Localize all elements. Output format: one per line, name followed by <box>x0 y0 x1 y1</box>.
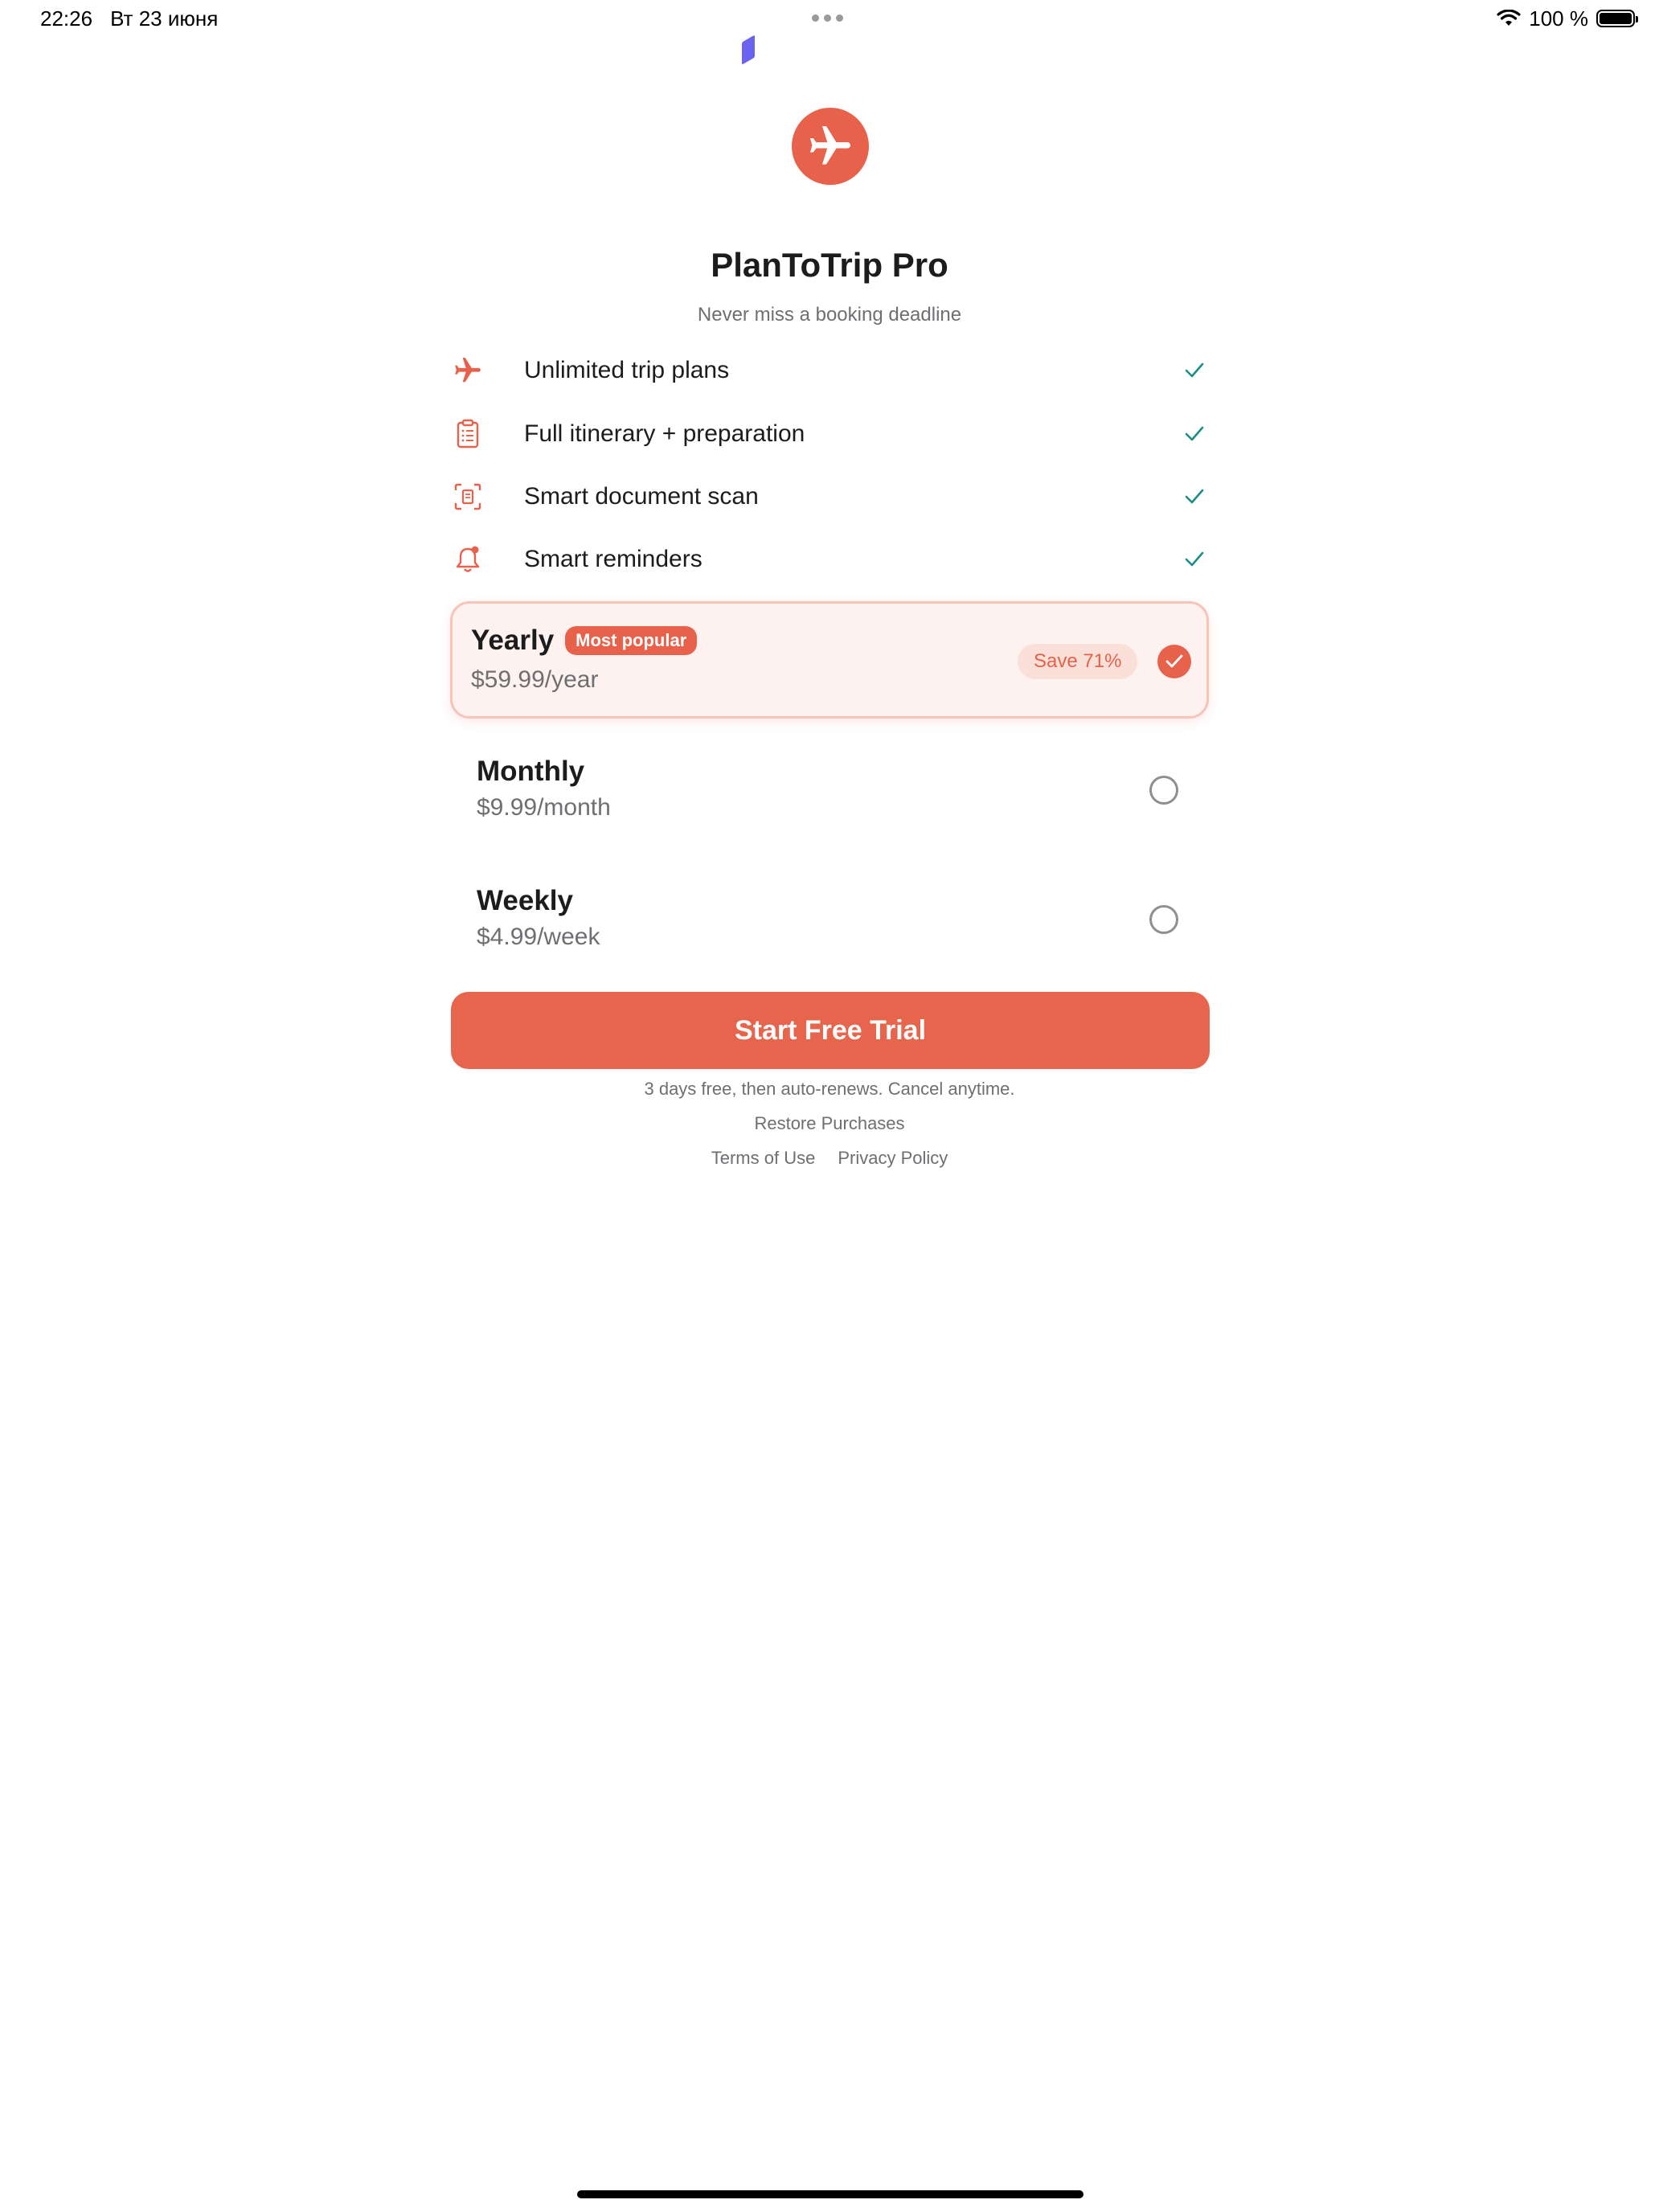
checkmark-icon <box>1180 420 1209 449</box>
wifi-icon <box>1497 10 1521 26</box>
radio-unselected-icon[interactable] <box>1149 776 1178 805</box>
plan-card-weekly[interactable]: Weekly $4.99/week <box>450 861 1209 978</box>
restore-purchases-link[interactable]: Restore Purchases <box>0 1113 1659 1134</box>
feature-label: Unlimited trip plans <box>524 357 730 383</box>
clipboard-icon <box>450 416 485 452</box>
plan-price: $4.99/week <box>477 924 600 950</box>
bell-icon <box>450 542 485 577</box>
plan-name: Monthly <box>477 756 585 787</box>
feature-label: Smart reminders <box>524 546 703 572</box>
airplane-icon <box>450 353 485 388</box>
checkmark-icon <box>1180 356 1209 385</box>
page-subtitle: Never miss a booking deadline <box>697 304 962 326</box>
status-time: 22:26 <box>40 6 93 31</box>
feature-row-itinerary: Full itinerary + preparation <box>450 410 1209 458</box>
feature-label: Smart document scan <box>524 483 759 510</box>
checkmark-icon <box>1180 545 1209 574</box>
plan-card-yearly[interactable]: Yearly Most popular $59.99/year Save 71% <box>450 601 1209 719</box>
plan-price: $59.99/year <box>471 666 599 693</box>
status-bar-left: 22:26 Вт 23 июня <box>40 6 218 31</box>
pointer-cursor-icon <box>742 35 755 65</box>
feature-row-reminders: Smart reminders <box>450 535 1209 584</box>
legal-links: Terms of Use Privacy Policy <box>0 1148 1659 1169</box>
home-indicator[interactable] <box>577 2190 1083 2198</box>
plan-price: $9.99/month <box>477 794 611 821</box>
feature-row-document-scan: Smart document scan <box>450 473 1209 521</box>
page-title: PlanToTrip Pro <box>711 246 948 284</box>
start-free-trial-button[interactable]: Start Free Trial <box>451 992 1210 1069</box>
battery-percent: 100 % <box>1529 6 1588 31</box>
save-badge: Save 71% <box>1018 644 1138 679</box>
plan-card-monthly[interactable]: Monthly $9.99/month <box>450 731 1209 849</box>
feature-row-trip-plans: Unlimited trip plans <box>450 346 1209 395</box>
trial-disclaimer: 3 days free, then auto-renews. Cancel an… <box>644 1079 1015 1099</box>
status-bar-right: 100 % <box>1497 6 1638 31</box>
plan-name: Weekly <box>477 885 573 916</box>
battery-icon <box>1596 10 1638 27</box>
radio-unselected-icon[interactable] <box>1149 905 1178 934</box>
privacy-policy-link[interactable]: Privacy Policy <box>838 1148 948 1169</box>
checkmark-icon <box>1180 482 1209 511</box>
app-logo-airplane-icon <box>792 108 869 185</box>
most-popular-badge: Most popular <box>565 626 698 655</box>
terms-of-use-link[interactable]: Terms of Use <box>711 1148 816 1169</box>
multitasking-dots[interactable] <box>812 14 843 22</box>
feature-label: Full itinerary + preparation <box>524 420 805 447</box>
document-scan-icon <box>450 479 485 514</box>
status-date: Вт 23 июня <box>110 6 219 31</box>
radio-selected-checkmark-icon[interactable] <box>1157 645 1191 678</box>
plan-name: Yearly <box>471 625 555 656</box>
